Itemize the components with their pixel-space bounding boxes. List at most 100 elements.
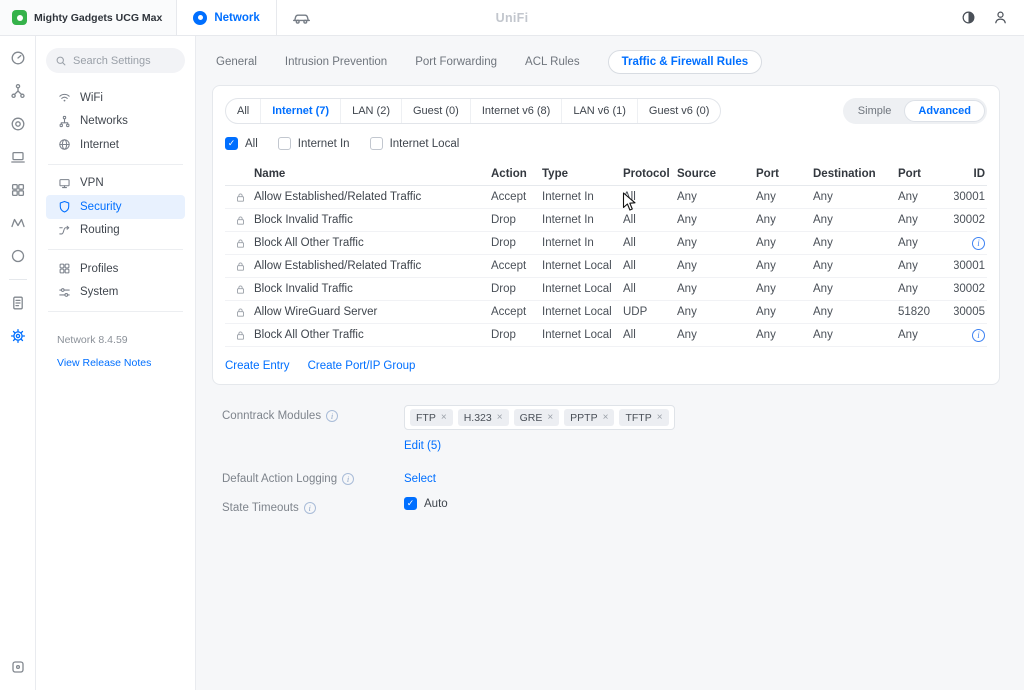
checkbox-box[interactable]: [278, 137, 291, 150]
topbar-actions: [961, 0, 1024, 35]
search-input[interactable]: [73, 55, 176, 67]
sidebar-item-security[interactable]: Security: [46, 195, 185, 219]
tab-general[interactable]: General: [216, 56, 257, 68]
rule-destination-port: Any: [898, 329, 954, 341]
filter-pill-all[interactable]: All: [226, 99, 260, 123]
table-row[interactable]: Block All Other TrafficDropInternet Loca…: [225, 324, 987, 347]
rule-name-cell: Allow Established/Related Traffic: [225, 191, 491, 203]
theme-toggle-icon[interactable]: [961, 10, 976, 25]
info-icon[interactable]: i: [326, 410, 338, 422]
sidebar-item-label: VPN: [80, 177, 104, 189]
conntrack-tags-box[interactable]: FTP×H.323×GRE×PPTP×TFTP×: [404, 405, 675, 430]
default-action-logging-select-link[interactable]: Select: [404, 468, 436, 485]
support-icon[interactable]: [8, 657, 28, 677]
filter-pill-internet-7[interactable]: Internet (7): [260, 99, 340, 123]
table-row[interactable]: Block Invalid TrafficDropInternet InAllA…: [225, 209, 987, 232]
filter-pill-guest-0[interactable]: Guest (0): [401, 99, 470, 123]
info-icon[interactable]: i: [972, 329, 985, 342]
sidebar-item-label: Networks: [80, 115, 128, 127]
checkbox-internet-in[interactable]: Internet In: [278, 137, 350, 150]
sidebar-item-wifi[interactable]: WiFi: [46, 86, 185, 110]
tag-label: FTP: [416, 412, 436, 424]
type-filter-checkboxes: All Internet In Internet Local: [225, 137, 987, 150]
column-header-name: Name: [225, 168, 491, 180]
clients-icon[interactable]: [8, 147, 28, 167]
rule-destination: Any: [813, 191, 898, 203]
rule-protocol: UDP: [623, 306, 677, 318]
column-header-protocol: Protocol: [623, 168, 677, 180]
sidebar-item-networks[interactable]: Networks: [46, 110, 185, 134]
topology-icon[interactable]: [8, 81, 28, 101]
hotspot-icon[interactable]: [8, 246, 28, 266]
lock-icon: [235, 307, 246, 318]
sidebar-item-system[interactable]: System: [46, 281, 185, 305]
rule-destination-port: Any: [898, 214, 954, 226]
grid-icon: [57, 262, 71, 276]
sidebar-item-label: Routing: [80, 224, 120, 236]
tag-remove-icon[interactable]: ×: [603, 412, 609, 423]
filter-pill-lan-v6-1[interactable]: LAN v6 (1): [561, 99, 637, 123]
rule-source-port: Any: [756, 191, 813, 203]
info-icon[interactable]: i: [342, 473, 354, 485]
create-entry-link[interactable]: Create Entry: [225, 360, 290, 372]
table-row[interactable]: Allow Established/Related TrafficAcceptI…: [225, 255, 987, 278]
account-icon[interactable]: [993, 10, 1008, 25]
console-name: Mighty Gadgets UCG Max: [34, 12, 162, 24]
table-row[interactable]: Allow Established/Related TrafficAcceptI…: [225, 186, 987, 209]
rule-type: Internet In: [542, 214, 623, 226]
tree-icon: [57, 114, 71, 128]
table-row[interactable]: Block All Other TrafficDropInternet InAl…: [225, 232, 987, 255]
mode-advanced[interactable]: Advanced: [904, 100, 985, 122]
rule-name-cell: Block All Other Traffic: [225, 329, 491, 341]
checkbox-box[interactable]: [404, 497, 417, 510]
auto-checkbox[interactable]: Auto: [404, 497, 448, 510]
tab-intrusion-prevention[interactable]: Intrusion Prevention: [285, 56, 387, 68]
release-notes-link[interactable]: View Release Notes: [46, 357, 185, 369]
tag-label: TFTP: [625, 412, 651, 424]
sidebar-item-vpn[interactable]: VPN: [46, 172, 185, 196]
dashboard-icon[interactable]: [8, 48, 28, 68]
filter-pill-lan-2[interactable]: LAN (2): [340, 99, 401, 123]
table-row[interactable]: Allow WireGuard ServerAcceptInternet Loc…: [225, 301, 987, 324]
rule-type: Internet In: [542, 237, 623, 249]
console-tab[interactable]: Mighty Gadgets UCG Max: [0, 0, 177, 35]
tag-remove-icon[interactable]: ×: [547, 412, 553, 423]
checkbox-internet-local[interactable]: Internet Local: [370, 137, 460, 150]
tab-network[interactable]: Network: [177, 0, 276, 35]
checkbox-box[interactable]: [370, 137, 383, 150]
stats-icon[interactable]: [8, 180, 28, 200]
search-settings-box[interactable]: [46, 48, 185, 73]
tag-remove-icon[interactable]: ×: [657, 412, 663, 423]
table-row[interactable]: Block Invalid TrafficDropInternet LocalA…: [225, 278, 987, 301]
sidebar-item-routing[interactable]: Routing: [46, 219, 185, 243]
rule-id: 30001: [954, 260, 987, 272]
checkbox-all[interactable]: All: [225, 137, 258, 150]
rule-destination-port: Any: [898, 260, 954, 272]
tab-traffic-firewall-rules[interactable]: Traffic & Firewall Rules: [608, 50, 763, 74]
rule-destination-port: Any: [898, 283, 954, 295]
tag-remove-icon[interactable]: ×: [497, 412, 503, 423]
conntrack-edit-link[interactable]: Edit (5): [404, 440, 441, 452]
tab-port-forwarding[interactable]: Port Forwarding: [415, 56, 497, 68]
info-icon[interactable]: i: [304, 502, 316, 514]
state-timeouts-control: Auto: [404, 497, 448, 510]
checkbox-box[interactable]: [225, 137, 238, 150]
tag-remove-icon[interactable]: ×: [441, 412, 447, 423]
mode-simple[interactable]: Simple: [845, 100, 905, 122]
unifi-devices-icon[interactable]: [8, 114, 28, 134]
settings-icon[interactable]: [8, 326, 28, 346]
vehicle-app-icon[interactable]: [277, 0, 326, 35]
tab-acl-rules[interactable]: ACL Rules: [525, 56, 580, 68]
rule-type: Internet Local: [542, 329, 623, 341]
info-icon[interactable]: i: [972, 237, 985, 250]
filter-pill-guest-v6-0[interactable]: Guest v6 (0): [637, 99, 721, 123]
left-rail: [0, 36, 36, 690]
sidebar-item-profiles[interactable]: Profiles: [46, 257, 185, 281]
sidebar-item-internet[interactable]: Internet: [46, 133, 185, 157]
rule-protocol: All: [623, 260, 677, 272]
radios-icon[interactable]: [8, 213, 28, 233]
create-port-ip-group-link[interactable]: Create Port/IP Group: [308, 360, 416, 372]
filter-pill-internet-v6-8[interactable]: Internet v6 (8): [470, 99, 561, 123]
rule-destination: Any: [813, 237, 898, 249]
system-log-icon[interactable]: [8, 293, 28, 313]
